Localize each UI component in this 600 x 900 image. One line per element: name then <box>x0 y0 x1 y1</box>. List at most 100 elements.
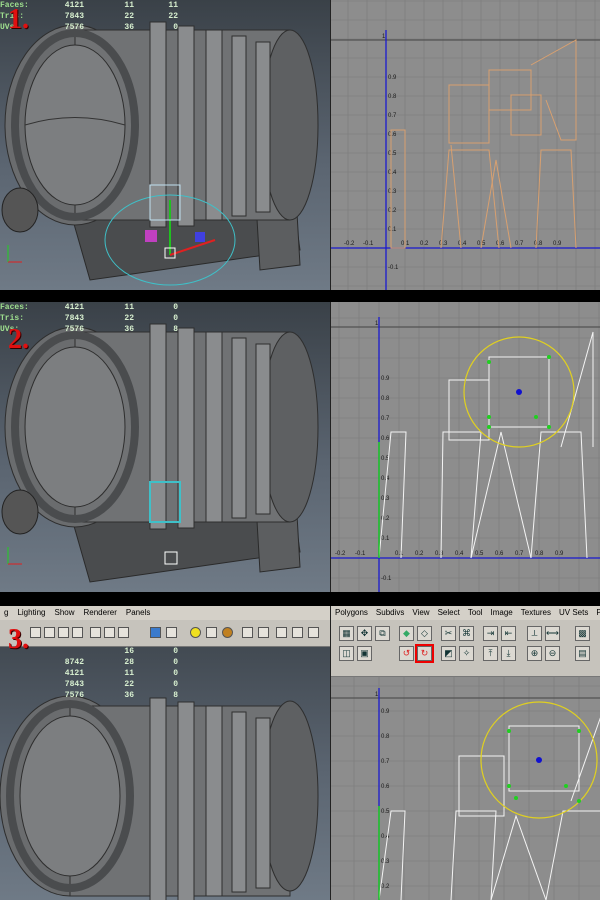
texture-borders-icon[interactable]: ▤ <box>575 646 590 661</box>
film-gate-icon[interactable] <box>276 627 287 638</box>
uv-tick-label: 0.5 <box>475 551 484 557</box>
flip-v-icon[interactable]: ◇ <box>417 626 432 641</box>
uv-tick-label: 0.1 <box>388 227 397 233</box>
uv-tick-label: 0.3 <box>435 551 444 557</box>
uv-tick-label: 0.5 <box>381 809 390 815</box>
uv-tick-label: -0.1 <box>388 265 399 271</box>
uv-texture-editor[interactable]: 1 0.9 0.8 0.7 0.6 0.5 0.4 0.3 0.2 0.1 -0.1 -0.2 -0.1… <box>330 302 600 592</box>
uv-tick-label: 0.8 <box>534 241 543 247</box>
uv-tick-label: 0.6 <box>381 436 390 442</box>
uv-tick-label: 0.4 <box>381 834 390 840</box>
smooth-shade-icon[interactable] <box>58 627 69 638</box>
menu-polygons[interactable]: Polygons <box>335 606 368 620</box>
uv-grid: 10.90.80.70.60.50.40.30.20.1-0.1-0.2 -0.1… <box>331 302 600 592</box>
texture-icon[interactable] <box>72 627 83 638</box>
uv-tick-label: 0.8 <box>388 94 397 100</box>
uv-tick-label: 0.9 <box>553 241 562 247</box>
uv-tick-label: -0.1 <box>381 576 392 582</box>
flip-u-icon[interactable]: ◆ <box>399 626 414 641</box>
menu-more[interactable]: P <box>596 606 600 620</box>
selected-uv-points <box>507 729 581 803</box>
perspective-viewport[interactable]: g Lighting Show Renderer Panels 16 0 874… <box>0 606 330 900</box>
uv-tick-label: 0.7 <box>515 551 524 557</box>
uv-shells <box>378 717 600 900</box>
menu-view[interactable]: View <box>412 606 429 620</box>
menu-uv-sets[interactable]: UV Sets <box>559 606 588 620</box>
uv-tick-label: 0.2 <box>381 884 390 890</box>
snapshot-icon[interactable]: ◫ <box>339 646 354 661</box>
xray-icon[interactable] <box>90 627 101 638</box>
shaded-icon[interactable] <box>44 627 55 638</box>
uv-tick-label: 0.1 <box>381 536 390 542</box>
shadow-icon[interactable] <box>206 627 217 638</box>
checker-icon[interactable]: ▩ <box>575 626 590 641</box>
menu-renderer[interactable]: Renderer <box>84 606 117 620</box>
step-number: 2. <box>8 324 29 355</box>
cube-icon[interactable] <box>150 627 161 638</box>
menu-select[interactable]: Select <box>438 606 460 620</box>
checker-icon[interactable] <box>166 627 177 638</box>
uv-tick-label: 0.3 <box>381 859 390 865</box>
rotate-ccw-icon[interactable]: ↺ <box>399 646 414 661</box>
menu-tool[interactable]: Tool <box>468 606 483 620</box>
normalize-icon[interactable]: ⤓ <box>501 646 516 661</box>
smudge-icon[interactable]: ⟷ <box>545 626 560 641</box>
step-number: 3. <box>8 624 29 655</box>
split-uv-icon[interactable]: ◩ <box>441 646 456 661</box>
uv-tick-label: 0.9 <box>555 551 564 557</box>
uv-tick-label: -0.2 <box>335 551 346 557</box>
image-display-icon[interactable]: ▣ <box>357 646 372 661</box>
resolution-gate-icon[interactable] <box>258 627 269 638</box>
cut-uv-icon[interactable]: ✂ <box>441 626 456 641</box>
unpin-icon[interactable]: ⊖ <box>545 646 560 661</box>
menu-textures[interactable]: Textures <box>521 606 551 620</box>
uv-tick-label: 0.2 <box>415 551 424 557</box>
align-v-icon[interactable]: ⇤ <box>501 626 516 641</box>
uv-tick-label: 0.3 <box>381 496 390 502</box>
uv-tick-label: 0.4 <box>455 551 464 557</box>
move-uv-icon[interactable]: ✥ <box>357 626 372 641</box>
isolate-icon[interactable] <box>104 627 115 638</box>
rotate-cw-icon[interactable]: ↻ <box>415 644 434 663</box>
uv-tick-label: 0.8 <box>535 551 544 557</box>
step-number: 1. <box>8 4 29 35</box>
perspective-viewport[interactable]: Faces: 4121 11 0 Tris: 7843 22 0 UVs: 7576 36 8 2… <box>0 302 330 592</box>
frame-icon[interactable] <box>242 627 253 638</box>
pin-icon[interactable]: ⊕ <box>527 646 542 661</box>
menu-subdivs[interactable]: Subdivs <box>376 606 404 620</box>
unfold-icon[interactable]: ✧ <box>459 646 474 661</box>
step-panel-3: g Lighting Show Renderer Panels 16 0 874… <box>0 606 600 900</box>
light-icon[interactable] <box>190 627 201 638</box>
uv-grid: 10.90.80.70.60.50.40.30.2 <box>331 676 600 900</box>
material-icon[interactable] <box>222 627 233 638</box>
perspective-viewport[interactable]: Faces: 4121 11 11 Tris: 7843 22 22 UVs: 7576 36 0… <box>0 0 330 290</box>
menu-image[interactable]: Image <box>491 606 513 620</box>
menu-show[interactable]: Show <box>54 606 74 620</box>
uv-texture-editor[interactable]: 1 0.9 0.8 0.7 0.6 0.5 0.4 0.3 0.2 0.1 -0.1 -0.2 -0.1… <box>330 0 600 290</box>
safe-frame-icon[interactable] <box>292 627 303 638</box>
straighten-icon[interactable]: ⤒ <box>483 646 498 661</box>
uv-toolbar: ▦ ✥ ⧉ ◫ ▣ ◆ ◇ ↺ ↻ ✂ ⌘ ◩ ✧ ⇥ ⇤ ⤒ ⤓ ⟂ ⟷ ⊕ … <box>331 620 600 677</box>
grid-uv-icon[interactable]: ▦ <box>339 626 354 641</box>
uv-tick-label: 0.8 <box>381 734 390 740</box>
layout-uv-icon[interactable]: ⧉ <box>375 626 390 641</box>
menu-panels[interactable]: Panels <box>126 606 150 620</box>
hud-row: Faces: 4121 11 0 <box>0 303 178 312</box>
step-panel-1: Faces: 4121 11 11 Tris: 7843 22 22 UVs: 7576 36 0… <box>0 0 600 290</box>
wireframe-icon[interactable] <box>30 627 41 638</box>
pivot-dot <box>536 757 542 763</box>
text-icon[interactable] <box>118 627 129 638</box>
hud-row: 7576 36 8 <box>64 691 178 700</box>
uv-tick-label: 0.2 <box>420 241 429 247</box>
uv-tick-label: 0.7 <box>381 416 390 422</box>
menu-item[interactable]: g <box>4 606 8 620</box>
camera-icon[interactable] <box>308 627 319 638</box>
menu-lighting[interactable]: Lighting <box>17 606 45 620</box>
sew-icon[interactable]: ⌘ <box>459 626 474 641</box>
uv-tick-label: 0.1 <box>401 241 410 247</box>
uv-tick-label: 0.6 <box>495 551 504 557</box>
align-u-icon[interactable]: ⇥ <box>483 626 498 641</box>
uv-texture-editor[interactable]: Polygons Subdivs View Select Tool Image … <box>330 606 600 900</box>
uv-tick-label: -0.2 <box>344 241 355 247</box>
relax-icon[interactable]: ⟂ <box>527 626 542 641</box>
